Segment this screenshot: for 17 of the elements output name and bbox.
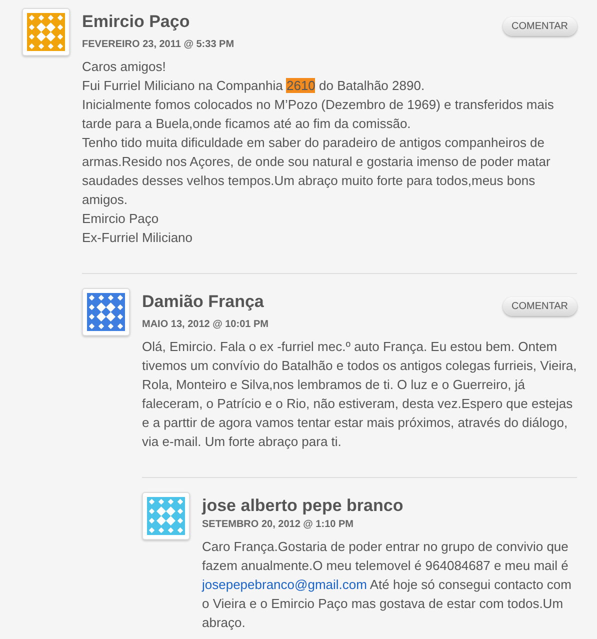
comment-text: Fui Furriel Miliciano na Companhia 2610 do Batalhão 2890. bbox=[82, 77, 426, 95]
reply-button[interactable]: COMENTAR bbox=[502, 17, 577, 36]
author-name: Damião França bbox=[142, 292, 264, 312]
author-name: Emircio Paço bbox=[82, 12, 190, 32]
comment-date: SETEMBRO 20, 2012 @ 1:10 PM bbox=[202, 519, 354, 531]
comment-date: FEVEREIRO 23, 2011 @ 5:33 PM bbox=[82, 39, 236, 51]
comment-date: MAIO 13, 2012 @ 10:01 PM bbox=[142, 319, 270, 331]
email-link[interactable]: josepepebranco@gmail.com bbox=[202, 577, 367, 592]
comment-text: Emircio Paço bbox=[82, 210, 160, 228]
reply-button[interactable]: COMENTAR bbox=[502, 297, 577, 316]
comment-text: Inicialmente fomos colocados no M’Pozo (Dezembro de 1969) e transferidos mais tarde para a Buela,onde ficamos até ao fim da comissão. bbox=[82, 96, 555, 133]
comment-text: Ex-Furriel Miliciano bbox=[82, 229, 194, 247]
comment-text: Caros amigos! bbox=[82, 58, 167, 76]
comment-text: Tenho tido muita dificuldade em saber do paradeiro de antigos companheiros de armas.Resido nos Açores, de onde sou natural e gostaria imenso de poder matar saudades desses velhos tempos.Um abraço muito forte para todos,meus bons amigos. bbox=[82, 134, 552, 209]
author-name: jose alberto pepe branco bbox=[202, 496, 404, 516]
comment-text: Olá, Emircio. Fala o ex -furriel mec.º auto França. Eu estou bem. Ontem tivemos um convívio do Batalhão e todos os antigos colegas furrieis, Vieira, Rola, Monteiro e Silva,nos lembramos de ti. O luz e o Guerreiro, já faleceram, o Patrício e o Rio, não estiveram, desta vez.Espero que estejas e a parttir de agora vamos tentar estar mais próximos, através do diálogo, via e-mail. Um forte abraço para ti. bbox=[142, 338, 578, 451]
comment-text: Caro França.Gostaria de poder entrar no grupo de convivio que fazem anualmente.O meu telemovel é 964084687 e meu mail é josepepebranco@gmail.com Até hoje só consegui contacto com o Vieira e o Emircio Paço mas gostava de estar com todos.Um abraço. bbox=[202, 538, 572, 632]
